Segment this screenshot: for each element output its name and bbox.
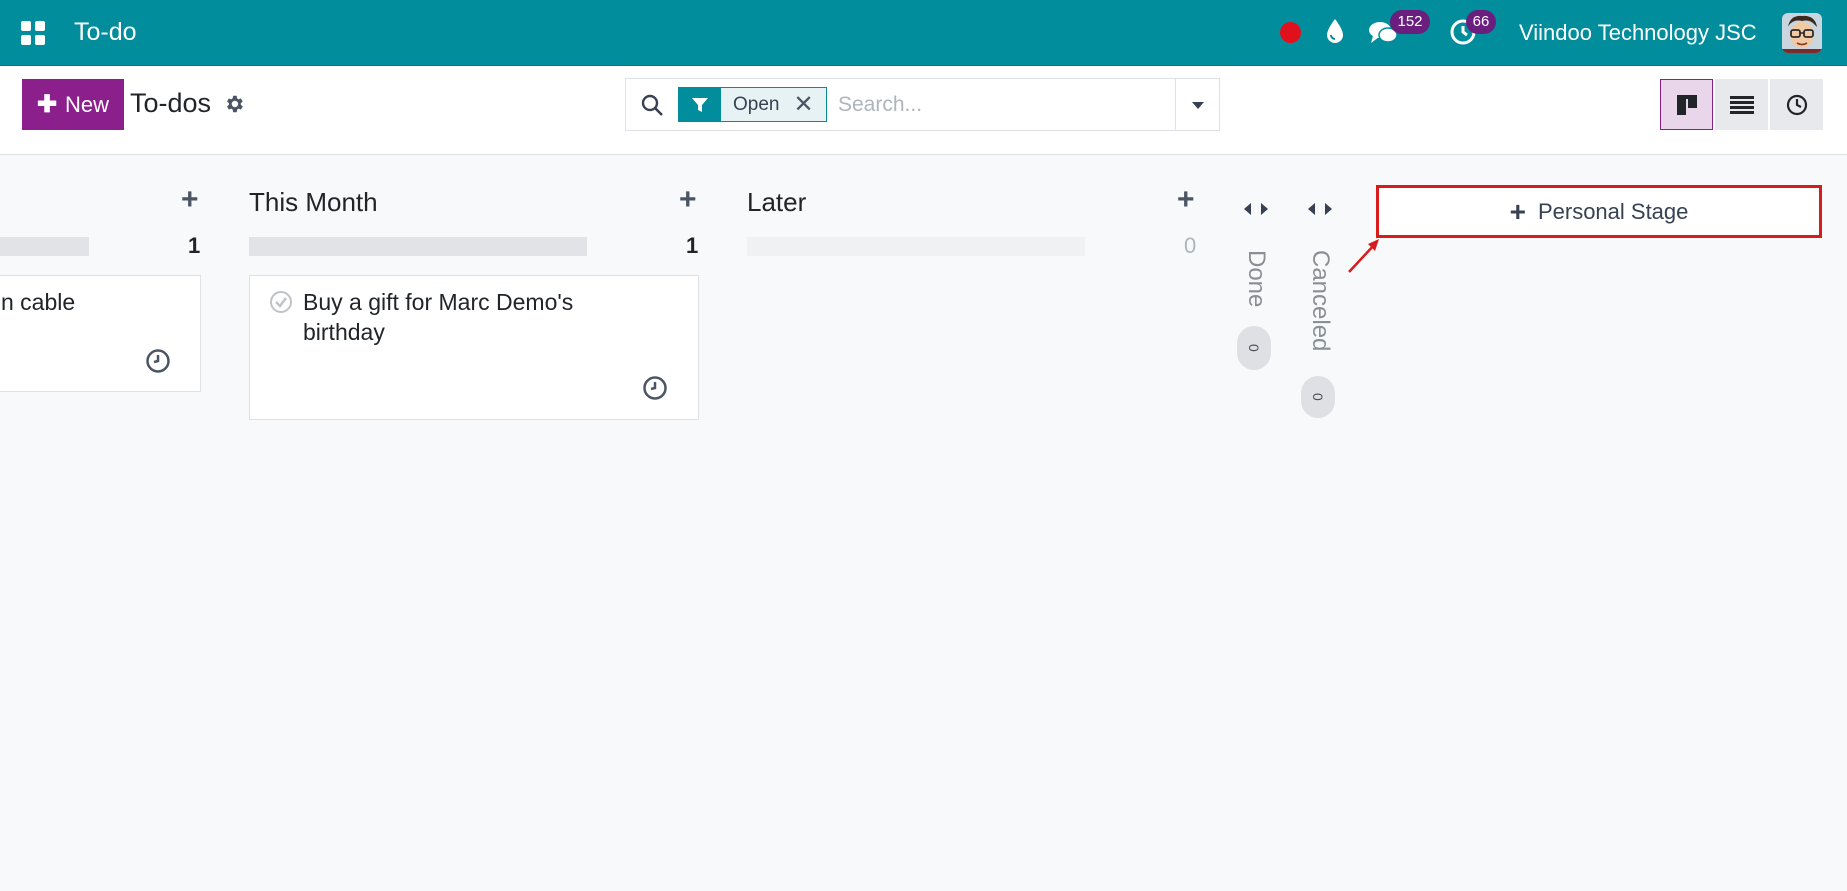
control-panel: ✚ New To-dos Open ✕ — [0, 66, 1847, 155]
list-view-button[interactable] — [1715, 79, 1768, 130]
view-switcher — [1660, 79, 1823, 130]
drop-icon[interactable] — [1324, 18, 1346, 44]
folded-column-count: 0 — [1310, 393, 1326, 401]
column-count: 1 — [686, 233, 699, 258]
apps-grid-icon[interactable] — [20, 20, 46, 46]
search-bar: Open ✕ — [625, 78, 1220, 131]
activity-view-button[interactable] — [1770, 79, 1823, 130]
column-progress-bar — [249, 237, 587, 256]
search-facet: Open ✕ — [678, 87, 827, 122]
new-button[interactable]: ✚ New — [22, 79, 124, 130]
activity-clock-icon[interactable] — [642, 375, 668, 401]
column-count: 1 — [188, 233, 201, 258]
kanban-view-button[interactable] — [1660, 79, 1713, 130]
list-icon — [1729, 95, 1754, 114]
search-icon[interactable] — [640, 93, 664, 117]
add-stage-label: Personal Stage — [1537, 198, 1689, 224]
folded-column-canceled[interactable]: Canceled 0 — [1300, 200, 1340, 430]
gear-icon[interactable] — [223, 93, 245, 115]
check-circle-icon[interactable] — [269, 290, 293, 314]
search-input[interactable] — [838, 91, 1178, 119]
kanban-card[interactable]: Buy a gift for Marc Demo's birthday — [249, 275, 699, 420]
annotation-arrow — [1348, 239, 1379, 273]
plus-icon: ✚ — [36, 91, 58, 118]
quick-create-icon[interactable]: + — [181, 185, 201, 215]
folded-column-label: Done — [1243, 250, 1270, 308]
activity-clock-icon[interactable] — [145, 348, 171, 374]
card-title-line-1: Buy a gift for Marc Demo's — [303, 289, 574, 315]
quick-create-icon[interactable]: + — [1177, 185, 1197, 215]
plus-icon: + — [1509, 195, 1526, 227]
kanban-icon — [1676, 94, 1697, 115]
messages-badge: 152 — [1390, 10, 1430, 34]
folded-column-done[interactable]: Done 0 — [1236, 200, 1276, 380]
remove-facet-icon[interactable]: ✕ — [793, 88, 813, 121]
top-navbar: To-do 152 66 Viindoo Technology JSC — [0, 0, 1847, 66]
card-title: n cable — [1, 289, 76, 315]
column-count: 0 — [1184, 233, 1197, 258]
unfold-arrows-icon — [1244, 203, 1268, 215]
activities-badge: 66 — [1466, 10, 1496, 34]
filter-icon — [679, 88, 721, 121]
unfold-arrows-icon — [1308, 203, 1332, 215]
column-title[interactable]: This Month — [249, 185, 378, 219]
add-personal-stage-button[interactable]: + Personal Stage — [1376, 185, 1822, 238]
facet-value: Open — [733, 94, 780, 115]
column-progress-bar — [0, 237, 89, 256]
user-avatar[interactable] — [1782, 13, 1822, 53]
folded-column-count: 0 — [1246, 344, 1262, 352]
quick-create-icon[interactable]: + — [679, 185, 699, 215]
app-title[interactable]: To-do — [74, 15, 137, 49]
card-title-line-2: birthday — [303, 319, 385, 345]
folded-column-label: Canceled — [1307, 250, 1334, 352]
kanban-card[interactable]: n cable — [0, 275, 201, 392]
caret-down-icon — [1191, 101, 1204, 109]
clock-icon — [1786, 94, 1807, 115]
company-switcher[interactable]: Viindoo Technology JSC — [1519, 18, 1757, 48]
new-button-label: New — [65, 91, 110, 117]
page-title: To-dos — [130, 88, 212, 118]
search-options-toggle[interactable] — [1175, 79, 1219, 130]
column-title[interactable]: Later — [747, 185, 806, 219]
record-dot-icon[interactable] — [1280, 22, 1301, 43]
column-progress-bar — [747, 237, 1085, 256]
